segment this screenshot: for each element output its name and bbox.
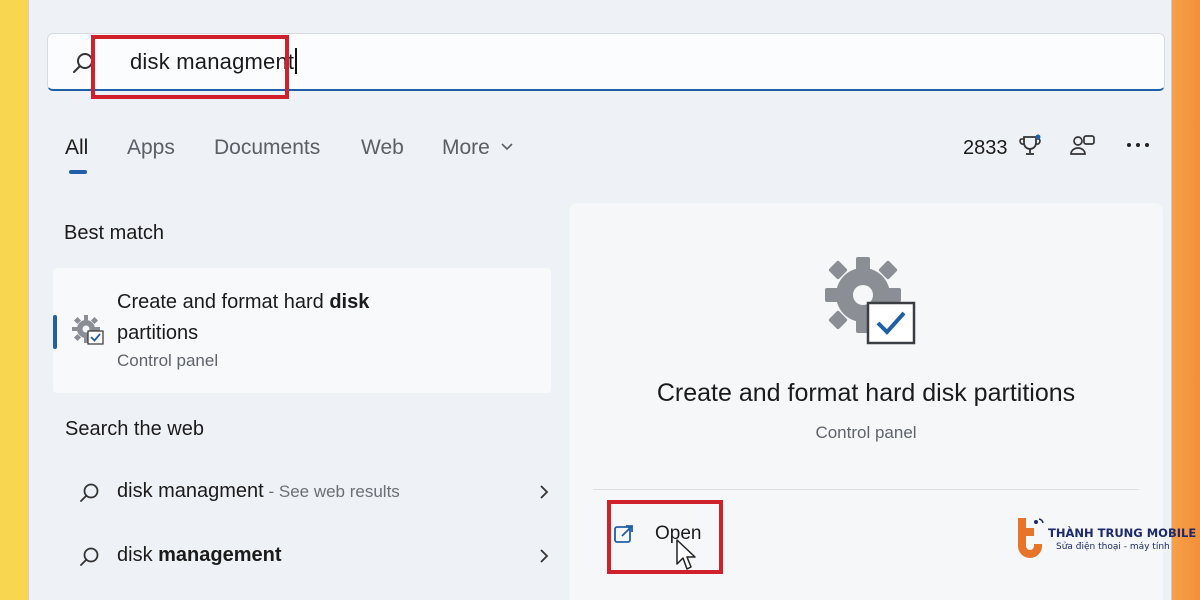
text-caret	[295, 48, 298, 74]
best-match-title: Create and format hard disk partitions	[117, 291, 370, 344]
start-search-window: disk managment All Apps Documents Web Mo…	[28, 0, 1172, 600]
gear-checkbox-icon	[72, 315, 104, 345]
active-tab-indicator	[69, 170, 87, 174]
trophy-icon	[1019, 134, 1041, 155]
mouse-pointer-icon	[676, 539, 696, 570]
chevron-right-icon	[540, 485, 549, 499]
tab-more-label: More	[442, 136, 490, 159]
points-value: 2833	[963, 137, 1008, 159]
divider	[593, 489, 1139, 490]
tab-more[interactable]: More	[442, 136, 514, 160]
search-icon	[80, 547, 99, 566]
tab-documents[interactable]: Documents	[214, 136, 320, 160]
web-result-row[interactable]: disk managment - See web results	[53, 468, 551, 518]
web-result-row[interactable]: disk management	[53, 532, 551, 582]
best-match-subtitle: Control panel	[117, 351, 219, 370]
ellipsis-icon[interactable]	[1126, 140, 1150, 150]
web-result-text: disk managment - See web results	[117, 480, 400, 502]
chevron-down-icon	[501, 143, 513, 151]
best-match-result[interactable]: Create and format hard disk partitions Co…	[53, 268, 551, 393]
people-icon[interactable]	[1069, 132, 1097, 160]
best-match-heading: Best match	[64, 222, 165, 244]
search-icon	[80, 483, 99, 502]
gear-checkbox-icon	[825, 257, 916, 345]
selection-accent	[53, 315, 57, 349]
highlight-box-search	[91, 35, 289, 99]
detail-title: Create and format hard disk partitions	[656, 379, 1076, 407]
brand-name: THÀNH TRUNG MOBILE	[1048, 526, 1197, 540]
tab-all[interactable]: All	[65, 136, 88, 160]
tab-apps[interactable]: Apps	[127, 136, 175, 160]
brand-logo: THÀNH TRUNG MOBILE Sửa điện thoại - máy …	[1010, 512, 1196, 562]
highlight-box-open	[607, 500, 723, 574]
search-web-heading: Search the web	[65, 418, 204, 440]
tab-web[interactable]: Web	[361, 136, 404, 160]
web-result-text: disk management	[117, 544, 282, 566]
brand-tagline: Sửa điện thoại - máy tính	[1056, 542, 1170, 552]
detail-subtitle: Control panel	[815, 423, 917, 442]
brand-logo-mark	[1018, 518, 1044, 558]
rewards-points[interactable]: 2833	[963, 133, 1043, 160]
chevron-right-icon	[540, 549, 549, 563]
